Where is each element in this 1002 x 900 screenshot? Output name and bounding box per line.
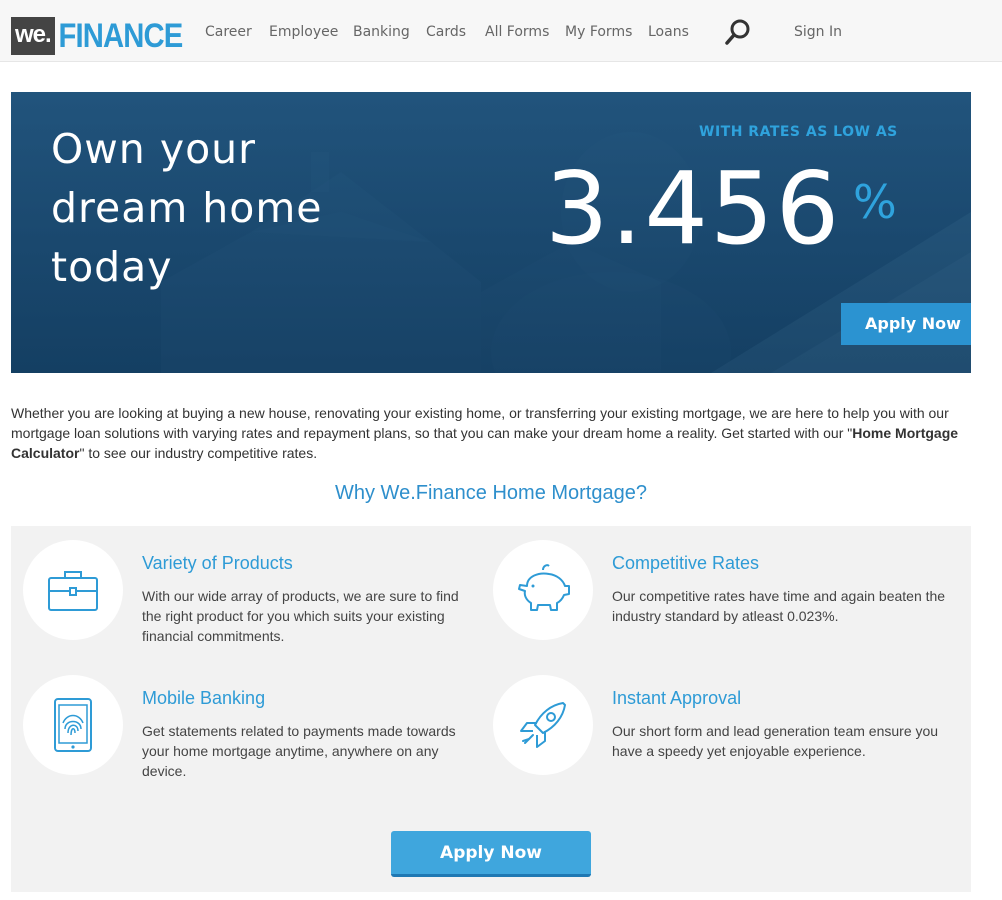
logo-prefix: we. [11, 17, 55, 55]
feature-description: Get statements related to payments made … [142, 723, 456, 779]
hero-headline: Own your dream home today [51, 120, 323, 297]
nav-banking[interactable]: Banking [353, 24, 410, 40]
intro-text-end: " to see our industry competitive rates. [79, 445, 318, 461]
briefcase-icon [48, 571, 98, 611]
feature-icon-circle [23, 675, 123, 775]
site-header: we. FINANCE Career Employee Banking Card… [0, 0, 1002, 62]
feature-icon-circle [493, 675, 593, 775]
feature-title: Variety of Products [142, 553, 293, 573]
feature-description: Our short form and lead generation team … [612, 723, 939, 759]
rate-percent-sign: % [853, 175, 897, 229]
search-icon[interactable] [724, 18, 752, 46]
section-title: Why We.Finance Home Mortgage? [335, 482, 647, 504]
intro-paragraph: Whether you are looking at buying a new … [11, 403, 977, 463]
feature-title: Instant Approval [612, 688, 742, 708]
nav-my-forms[interactable]: My Forms [565, 24, 632, 40]
features-panel: Variety of Products With our wide array … [11, 526, 971, 892]
feature-icon-circle [493, 540, 593, 640]
rate-kicker: WITH RATES AS LOW AS [699, 124, 898, 140]
feature-title: Competitive Rates [612, 553, 760, 573]
feature-title: Mobile Banking [142, 688, 266, 708]
sign-in-link[interactable]: Sign In [794, 24, 842, 40]
tablet-fingerprint-icon [54, 698, 92, 752]
feature-icon-circle [23, 540, 123, 640]
nav-employee[interactable]: Employee [269, 24, 338, 40]
brand-logo[interactable]: we. FINANCE [11, 17, 203, 55]
hero-headline-line: today [51, 243, 173, 291]
feature-description: With our wide array of products, we are … [142, 588, 459, 644]
intro-text: Whether you are looking at buying a new … [11, 405, 949, 441]
rocket-icon [520, 702, 566, 748]
hero-headline-line: Own your [51, 125, 257, 173]
nav-all-forms[interactable]: All Forms [485, 24, 549, 40]
feature-description: Our competitive rates have time and agai… [612, 588, 946, 624]
hero-headline-line: dream home [51, 184, 323, 232]
hero-banner: Own your dream home today WITH RATES AS … [11, 92, 971, 373]
piggy-bank-icon [518, 564, 570, 611]
apply-now-button[interactable]: Apply Now [391, 831, 591, 877]
nav-loans[interactable]: Loans [648, 24, 689, 40]
hero-apply-button[interactable]: Apply Now [841, 303, 971, 345]
nav-cards[interactable]: Cards [426, 24, 466, 40]
nav-career[interactable]: Career [205, 24, 252, 40]
logo-name: FINANCE [58, 17, 183, 55]
rate-value: 3.456 [545, 150, 842, 267]
